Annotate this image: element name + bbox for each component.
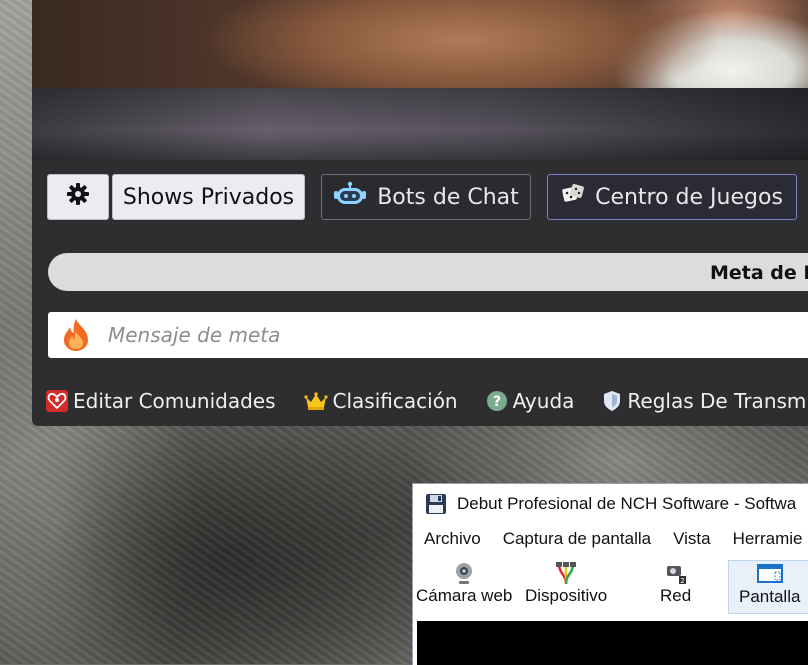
- goal-message-input[interactable]: [106, 322, 710, 348]
- settings-button[interactable]: [47, 174, 109, 220]
- centro-de-juegos-label: Centro de Juegos: [595, 184, 783, 210]
- capture-preview: [417, 621, 808, 665]
- robot-icon: [333, 181, 367, 213]
- menu-bar: Archivo Captura de pantalla Vista Herram…: [413, 529, 802, 555]
- goal-bar-label: Meta de Fich: [710, 262, 808, 284]
- svg-text:?: ?: [493, 394, 501, 410]
- title-bar[interactable]: Debut Profesional de NCH Software - Soft…: [413, 484, 808, 524]
- flame-icon: [60, 318, 92, 352]
- ayuda-link[interactable]: ? Ayuda: [486, 389, 575, 413]
- bots-de-chat-button[interactable]: Bots de Chat: [321, 174, 531, 220]
- video-preview: [32, 0, 808, 88]
- centro-de-juegos-button[interactable]: Centro de Juegos: [547, 174, 797, 220]
- screen-icon: [756, 561, 783, 587]
- heart-people-icon: [46, 390, 68, 412]
- bottom-links: Editar Comunidades Clasificación ? Ayuda…: [46, 378, 808, 424]
- menu-vista[interactable]: Vista: [673, 529, 711, 555]
- toolbar: Cámara web Dispositivo 2 Red Pantalla: [413, 560, 808, 614]
- debut-window: Debut Profesional de NCH Software - Soft…: [412, 483, 808, 665]
- goal-message-field: [48, 312, 808, 358]
- menu-archivo[interactable]: Archivo: [424, 529, 481, 555]
- red-label: Red: [660, 586, 692, 605]
- goal-progress-bar: Meta de Fich: [48, 253, 808, 291]
- reglas-label: Reglas De Transmi: [627, 389, 808, 413]
- pantalla-label: Pantalla: [739, 587, 801, 606]
- pantalla-button[interactable]: Pantalla: [728, 560, 808, 614]
- rca-cable-icon: [553, 560, 579, 586]
- dispositivo-label: Dispositivo: [525, 586, 608, 605]
- gear-icon: [66, 182, 90, 212]
- editar-comunidades-link[interactable]: Editar Comunidades: [46, 389, 276, 413]
- video-blur-strip: [32, 88, 808, 160]
- dispositivo-button[interactable]: Dispositivo: [525, 560, 607, 606]
- bots-de-chat-label: Bots de Chat: [377, 184, 519, 210]
- broadcast-panel: Shows Privados Bots de Chat Centro de Ju…: [32, 0, 808, 426]
- window-title: Debut Profesional de NCH Software - Soft…: [457, 494, 797, 513]
- shield-icon: [602, 390, 622, 412]
- shows-privados-label: Shows Privados: [122, 184, 295, 210]
- reglas-link[interactable]: Reglas De Transmi: [602, 389, 808, 413]
- network-camera-icon: 2: [665, 560, 687, 586]
- clasificacion-link[interactable]: Clasificación: [303, 389, 458, 413]
- crown-icon: [303, 391, 328, 411]
- webcam-icon: [453, 560, 475, 586]
- red-button[interactable]: 2 Red: [660, 560, 691, 606]
- editar-comunidades-label: Editar Comunidades: [73, 389, 276, 413]
- clasificacion-label: Clasificación: [332, 389, 458, 413]
- svg-text:2: 2: [680, 577, 684, 585]
- menu-herramientas[interactable]: Herramie: [733, 529, 803, 555]
- menu-captura-de-pantalla[interactable]: Captura de pantalla: [503, 529, 651, 555]
- dice-icon: [561, 182, 585, 212]
- shows-privados-button[interactable]: Shows Privados: [112, 174, 305, 220]
- ayuda-label: Ayuda: [512, 389, 575, 413]
- webcam-button[interactable]: Cámara web: [416, 560, 512, 606]
- webcam-label: Cámara web: [416, 586, 513, 605]
- floppy-disk-icon: [425, 493, 447, 515]
- help-circle-icon: ?: [486, 390, 508, 412]
